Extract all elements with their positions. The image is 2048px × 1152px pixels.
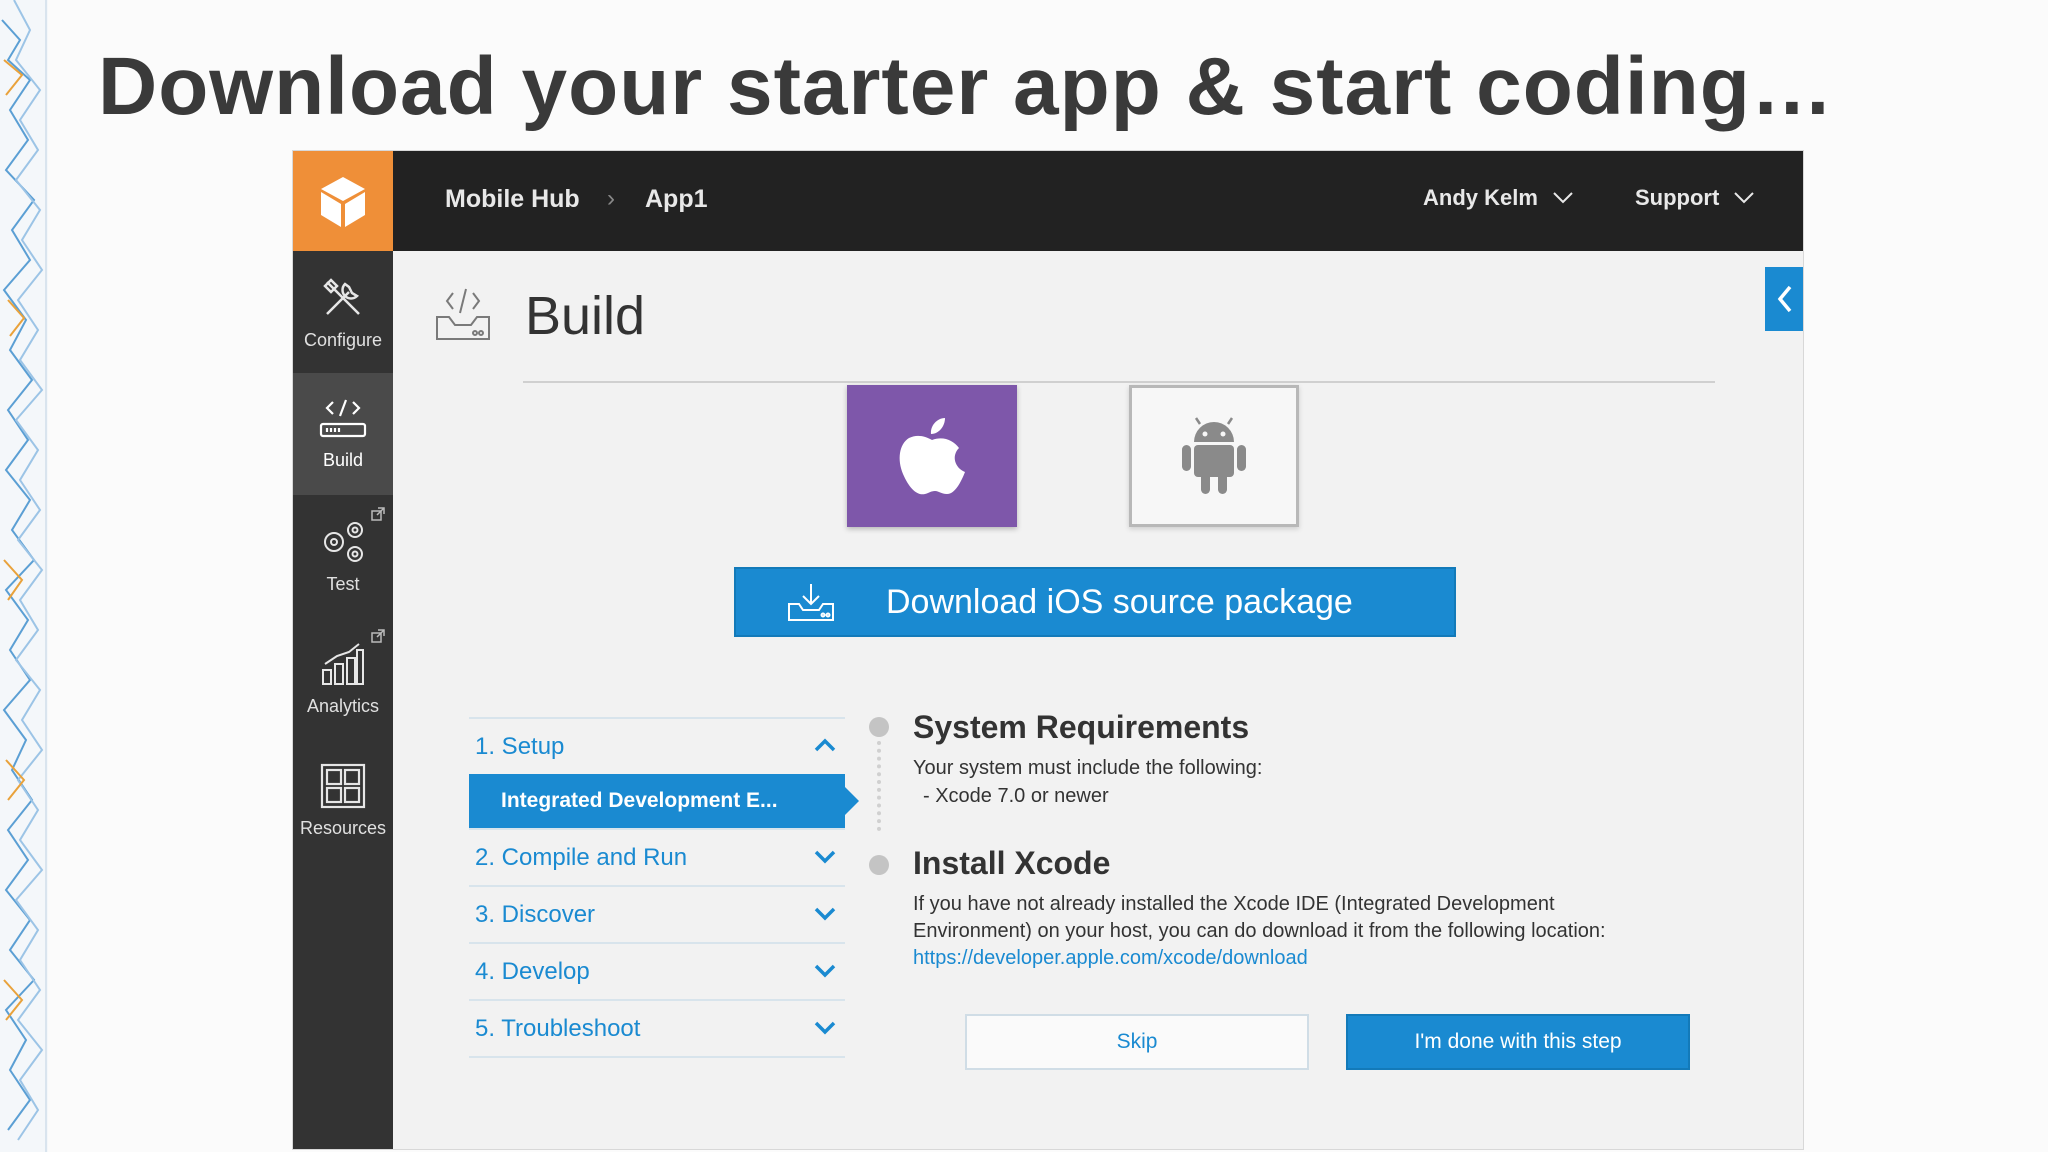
step-label: 1. Setup — [475, 732, 565, 760]
install-xcode-text-line2: Environment) on your host, you can do do… — [913, 920, 1606, 942]
chevron-down-icon — [1734, 192, 1755, 204]
user-menu-label: Andy Kelm — [1423, 185, 1538, 210]
step-label: 3. Discover — [475, 900, 596, 928]
chevron-down-icon — [814, 850, 836, 864]
sidebar-item-test[interactable]: Test — [293, 495, 393, 617]
breadcrumb-app1[interactable]: App1 — [645, 185, 708, 214]
step-integrated-development-environment[interactable]: Integrated Development E... — [469, 774, 859, 828]
android-icon — [1182, 417, 1246, 494]
breadcrumb-separator-icon: › — [607, 185, 615, 212]
install-xcode-text-line1: If you have not already installed the Xc… — [913, 893, 1555, 915]
sidebar-item-build[interactable]: Build — [293, 373, 393, 495]
chevron-left-icon — [1777, 285, 1792, 313]
sidebar-label-configure: Configure — [303, 329, 383, 350]
code-build-icon — [319, 399, 367, 437]
download-ios-package-button[interactable]: Download iOS source package — [734, 567, 1456, 637]
sidebar-item-analytics[interactable]: Analytics — [293, 617, 393, 739]
sidebar-label-analytics: Analytics — [306, 695, 380, 716]
support-menu[interactable]: Support — [1635, 185, 1755, 211]
top-navigation-bar: Mobile Hub › App1 Andy Kelm Support — [293, 151, 1803, 251]
chart-icon — [322, 642, 364, 685]
build-section-icon — [436, 288, 490, 340]
sidebar-item-configure[interactable]: Configure — [293, 251, 393, 373]
setup-steps-list: 1. Setup Integrated Development E... 2. … — [469, 717, 859, 1058]
steps-divider — [469, 1056, 845, 1058]
done-with-step-button[interactable]: I'm done with this step — [1346, 1014, 1690, 1070]
system-requirements-text: Your system must include the following: — [913, 757, 1263, 779]
system-requirements-item: - Xcode 7.0 or newer — [923, 785, 1109, 807]
chevron-down-icon — [1553, 192, 1573, 204]
step-develop[interactable]: 4. Develop — [469, 942, 845, 999]
grid-icon — [320, 763, 366, 808]
aws-logo[interactable] — [293, 151, 393, 251]
sidebar-label-resources: Resources — [299, 817, 387, 838]
chevron-down-icon — [814, 964, 836, 978]
download-button-label: Download iOS source package — [886, 582, 1353, 621]
install-xcode-heading: Install Xcode — [913, 845, 1111, 881]
timeline-connector — [877, 741, 881, 831]
left-sidebar: Configure Build Test Analytics Resources — [293, 251, 393, 1149]
xcode-download-link[interactable]: https://developer.apple.com/xcode/downlo… — [913, 945, 1308, 972]
timeline-dot — [869, 855, 889, 875]
chevron-down-icon — [814, 1021, 836, 1035]
skip-button[interactable]: Skip — [965, 1014, 1309, 1070]
ios-platform-tile[interactable] — [847, 385, 1017, 527]
tools-icon — [323, 277, 360, 315]
support-menu-label: Support — [1635, 185, 1720, 210]
slide: Download your starter app & start coding… — [0, 0, 2048, 1152]
cube-icon — [321, 177, 365, 227]
download-icon — [736, 582, 886, 622]
user-menu[interactable]: Andy Kelm — [1423, 185, 1574, 211]
sidebar-item-resources[interactable]: Resources — [293, 739, 393, 861]
timeline-dot — [869, 717, 889, 737]
external-link-icon — [371, 507, 385, 521]
android-platform-tile[interactable] — [1129, 385, 1299, 527]
step-label: 5. Troubleshoot — [475, 1014, 641, 1042]
build-content: Build Download iOS source package 1. Set… — [393, 251, 1803, 1149]
step-troubleshoot[interactable]: 5. Troubleshoot — [469, 999, 845, 1056]
mobile-hub-window: Mobile Hub › App1 Andy Kelm Support Conf… — [292, 150, 1804, 1150]
sub-step-label: Integrated Development E... — [501, 789, 778, 812]
apple-icon — [899, 418, 965, 495]
sidebar-label-test: Test — [326, 573, 360, 594]
sidebar-label-build: Build — [322, 449, 364, 470]
system-requirements-heading: System Requirements — [913, 709, 1250, 745]
step-label: 4. Develop — [475, 957, 590, 985]
page-title: Build — [525, 286, 646, 346]
title-divider — [523, 381, 1715, 383]
step-compile-and-run[interactable]: 2. Compile and Run — [469, 828, 845, 885]
gears-icon — [324, 521, 363, 562]
slide-title: Download your starter app & start coding… — [98, 41, 1834, 132]
chevron-up-icon — [814, 738, 836, 752]
step-label: 2. Compile and Run — [475, 843, 688, 871]
chevron-down-icon — [814, 907, 836, 921]
external-link-icon — [371, 629, 385, 643]
decorative-circuit-strip — [0, 0, 48, 1152]
breadcrumb-mobile-hub[interactable]: Mobile Hub — [445, 185, 580, 214]
step-discover[interactable]: 3. Discover — [469, 885, 845, 942]
collapse-panel-button[interactable] — [1765, 267, 1803, 331]
step-setup[interactable]: 1. Setup — [469, 717, 845, 774]
